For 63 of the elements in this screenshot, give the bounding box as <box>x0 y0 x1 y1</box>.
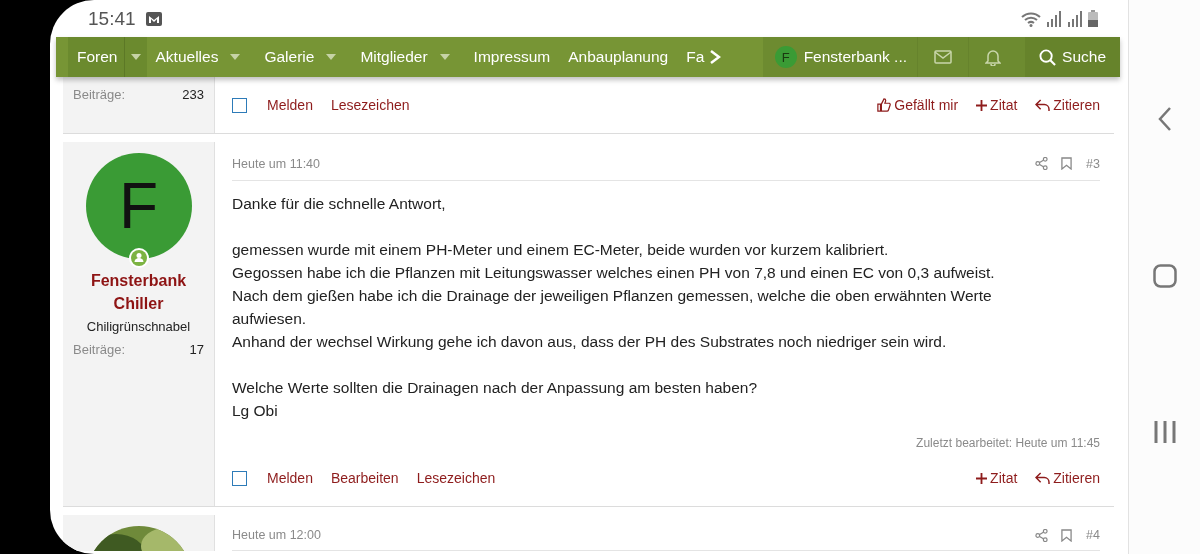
edited-note: Zuletzt bearbeitet: Heute um 11:45 <box>916 436 1100 450</box>
post-paragraph: Danke für die schnelle Antwort, <box>232 194 447 214</box>
action-link[interactable]: Zitat <box>976 97 1018 113</box>
action-link[interactable]: Zitieren <box>1035 470 1100 486</box>
nav-tab[interactable]: Impressum <box>464 37 560 77</box>
posts-count: 17 <box>189 342 204 357</box>
post-date[interactable]: Heute um 11:40 <box>232 156 321 171</box>
post-paragraph: gemessen wurde mit einem PH-Meter und einem EC-Meter, beide wurden vor kurzem kalibriert. Gegossen habe ich die Pflanzen mit Leitungswasser welches einen PH von 7,8 und einen EC von 0,3 aufweist. Nach dem gießen habe ich die Drainage der jeweiligen Pflanzen gemessen, welche die oben erwähnten Werte aufwiesen. Anhand der wechsel Wirkung gehe ich davon aus, dass der PH des Substrates noch niedriger sein wird. <box>232 240 996 352</box>
signal-icon <box>1067 10 1083 27</box>
caret-down-icon[interactable] <box>230 54 241 60</box>
posts-count: 233 <box>182 87 204 102</box>
nav-tab[interactable]: Anbauplanung <box>559 37 678 77</box>
share-icon[interactable] <box>1035 528 1049 542</box>
wifi-icon <box>1021 10 1041 27</box>
reply-icon <box>1035 98 1051 112</box>
action-link[interactable]: Zitieren <box>1035 97 1100 113</box>
search-button[interactable]: Suche <box>1025 37 1120 77</box>
battery-icon <box>1088 10 1098 27</box>
action-link[interactable]: Bearbeiten <box>330 470 399 486</box>
post-number[interactable]: #3 <box>1086 156 1100 171</box>
share-icon[interactable] <box>1035 157 1049 170</box>
user-title: Chiligrünschnabel <box>86 319 191 334</box>
posts-label: Beiträge: <box>73 342 126 357</box>
action-link[interactable]: Melden <box>267 470 313 486</box>
plus-icon <box>976 472 988 484</box>
action-link[interactable]: Lesezeichen <box>330 97 410 113</box>
post-number[interactable]: #4 <box>1086 528 1100 542</box>
bookmark-icon[interactable] <box>1061 157 1073 170</box>
chevron-right-icon[interactable] <box>709 50 722 64</box>
user-avatar[interactable]: F <box>85 153 192 259</box>
home-icon[interactable] <box>1152 263 1177 288</box>
user-menu[interactable]: F Fensterbank ... <box>762 37 918 77</box>
posts-label: Beiträge: <box>73 87 126 102</box>
nav-tab[interactable]: Aktuelles <box>146 37 256 77</box>
select-checkbox[interactable] <box>232 470 247 486</box>
caret-down-icon[interactable] <box>130 54 141 60</box>
nav-tab[interactable]: Foren <box>68 37 147 77</box>
mail-icon <box>145 11 162 26</box>
post-date[interactable]: Heute um 12:00 <box>232 528 321 542</box>
user-avatar: F <box>774 46 797 68</box>
recent-apps-icon[interactable] <box>1153 420 1176 444</box>
plus-icon <box>976 99 988 111</box>
nav-tab[interactable]: Galerie <box>255 37 352 77</box>
caret-down-icon[interactable] <box>439 54 450 60</box>
thumbs-up-icon <box>877 98 892 112</box>
select-checkbox[interactable] <box>232 97 247 113</box>
action-link[interactable]: Melden <box>267 97 313 113</box>
nav-tab[interactable]: Fa <box>677 37 714 77</box>
action-link[interactable]: Zitat <box>976 470 1018 486</box>
bookmark-icon[interactable] <box>1061 528 1073 542</box>
action-link[interactable]: Lesezeichen <box>416 470 496 486</box>
nav-tab[interactable]: Mitglieder <box>351 37 465 77</box>
envelope-icon[interactable] <box>934 50 953 64</box>
caret-down-icon[interactable] <box>326 54 337 60</box>
signal-icon <box>1046 10 1062 27</box>
status-time: 15:41 <box>88 7 136 30</box>
back-icon[interactable] <box>1157 107 1172 131</box>
post-paragraph: Welche Werte sollten die Drainagen nach der Anpassung am besten haben? Lg Obi <box>232 378 759 421</box>
bell-icon[interactable] <box>985 48 1002 66</box>
search-icon <box>1039 48 1057 66</box>
reply-icon <box>1035 471 1051 485</box>
action-link[interactable]: Gefällt mir <box>877 97 959 113</box>
username-link[interactable]: Fensterbank Chiller <box>88 269 189 315</box>
